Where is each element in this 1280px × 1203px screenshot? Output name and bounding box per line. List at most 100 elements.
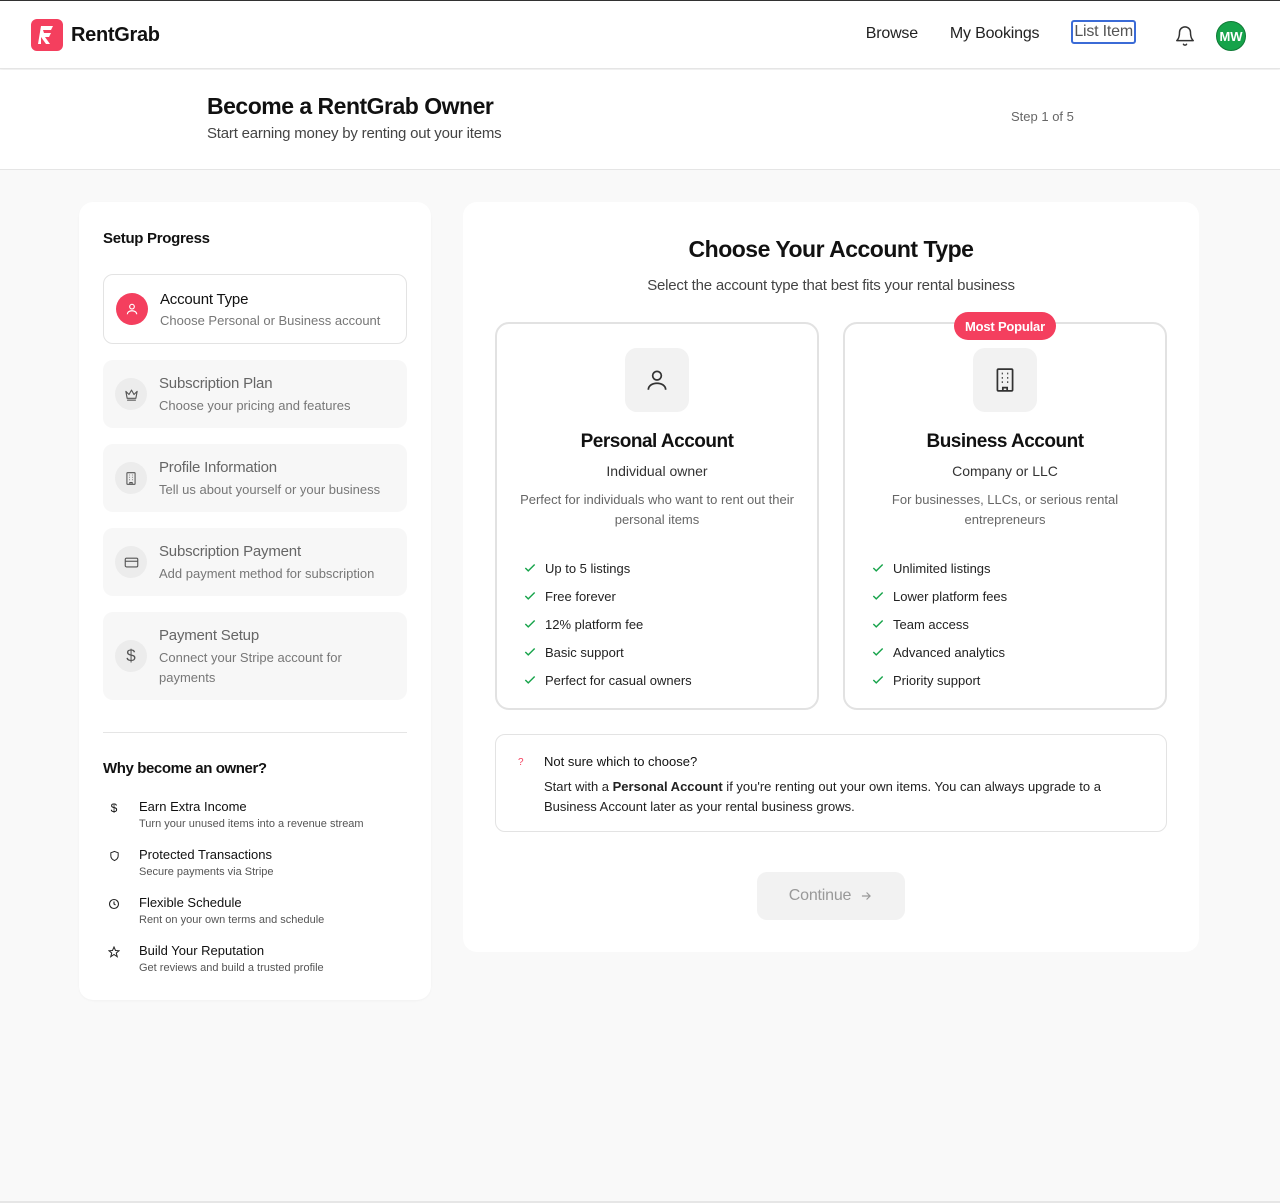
- feature-text: Perfect for casual owners: [545, 672, 692, 688]
- step-payment-setup[interactable]: $ Payment Setup Connect your Stripe acco…: [103, 612, 407, 700]
- feature-item: Advanced analytics: [871, 638, 1007, 666]
- page-header: Become a RentGrab Owner Start earning mo…: [0, 70, 1280, 170]
- check-icon: [871, 617, 893, 631]
- benefit-desc: Get reviews and build a trusted profile: [139, 962, 324, 974]
- feature-item: Team access: [871, 610, 1007, 638]
- continue-button[interactable]: Continue: [757, 872, 905, 920]
- setup-progress-title: Setup Progress: [103, 230, 210, 247]
- card-title: Business Account: [926, 431, 1084, 452]
- logo[interactable]: RentGrab: [31, 19, 160, 51]
- benefit-desc: Rent on your own terms and schedule: [139, 914, 325, 926]
- check-icon: [523, 673, 545, 687]
- step-desc: Connect your Stripe account for payments: [159, 650, 342, 685]
- benefit-item: $ Earn Extra Income Turn your unused ite…: [103, 799, 407, 835]
- benefit-name: Flexible Schedule: [139, 895, 242, 910]
- bell-icon[interactable]: [1174, 25, 1196, 47]
- avatar[interactable]: MW: [1216, 21, 1246, 51]
- benefit-name: Protected Transactions: [139, 847, 272, 862]
- feature-text: Team access: [893, 616, 969, 632]
- benefit-desc: Turn your unused items into a revenue st…: [139, 818, 364, 830]
- step-subscription-payment[interactable]: Subscription Payment Add payment method …: [103, 528, 407, 596]
- check-icon: [523, 589, 545, 603]
- step-indicator: Step 1 of 5: [1011, 109, 1074, 124]
- feature-list: Unlimited listings Lower platform fees T…: [871, 554, 1007, 694]
- star-icon: [107, 945, 121, 959]
- building-icon: [115, 462, 147, 494]
- question-icon: ?: [518, 757, 524, 768]
- feature-item: Basic support: [523, 638, 692, 666]
- feature-item: Unlimited listings: [871, 554, 1007, 582]
- user-icon: [625, 348, 689, 412]
- feature-text: Priority support: [893, 672, 981, 688]
- card-description: Perfect for individuals who want to rent…: [520, 492, 794, 527]
- clock-icon: [107, 897, 121, 911]
- card-title: Personal Account: [580, 431, 734, 452]
- benefit-item: Protected Transactions Secure payments v…: [103, 847, 407, 883]
- benefit-desc: Secure payments via Stripe: [139, 866, 274, 878]
- section-subtitle: Select the account type that best fits y…: [647, 277, 1015, 294]
- business-account-card[interactable]: Business Account Company or LLC For busi…: [843, 322, 1167, 710]
- step-name: Payment Setup: [159, 627, 259, 644]
- feature-item: Lower platform fees: [871, 582, 1007, 610]
- tip-text-bold: Personal Account: [612, 779, 723, 794]
- feature-text: Free forever: [545, 588, 616, 604]
- step-name: Subscription Plan: [159, 375, 273, 392]
- help-tip: ? Not sure which to choose? Start with a…: [495, 734, 1167, 832]
- divider: [103, 732, 407, 733]
- nav-browse[interactable]: Browse: [866, 25, 918, 43]
- feature-text: 12% platform fee: [545, 616, 644, 632]
- tip-title: Not sure which to choose?: [544, 754, 698, 769]
- step-name: Account Type: [160, 291, 249, 308]
- feature-item: Perfect for casual owners: [523, 666, 692, 694]
- feature-text: Unlimited listings: [893, 560, 991, 576]
- page-subtitle: Start earning money by renting out your …: [207, 125, 502, 142]
- step-desc: Tell us about yourself or your business: [159, 482, 381, 497]
- card-subtitle: Company or LLC: [952, 463, 1058, 479]
- feature-item: 12% platform fee: [523, 610, 692, 638]
- step-desc: Choose Personal or Business account: [160, 313, 381, 328]
- step-profile-information[interactable]: Profile Information Tell us about yourse…: [103, 444, 407, 512]
- step-subscription-plan[interactable]: Subscription Plan Choose your pricing an…: [103, 360, 407, 428]
- check-icon: [523, 617, 545, 631]
- feature-text: Lower platform fees: [893, 588, 1008, 604]
- nav-my-bookings[interactable]: My Bookings: [950, 25, 1040, 43]
- feature-text: Basic support: [545, 644, 624, 660]
- shield-icon: [107, 849, 121, 863]
- user-icon: [116, 293, 148, 325]
- feature-list: Up to 5 listings Free forever 12% platfo…: [523, 554, 692, 694]
- check-icon: [523, 561, 545, 575]
- personal-account-card[interactable]: Personal Account Individual owner Perfec…: [495, 322, 819, 710]
- nav-list-item[interactable]: List Item: [1071, 20, 1136, 44]
- logo-icon: [31, 19, 63, 51]
- benefit-name: Build Your Reputation: [139, 943, 265, 958]
- card-description: For businesses, LLCs, or serious rental …: [891, 492, 1119, 527]
- tip-text-start: Start with a: [544, 779, 613, 794]
- feature-item: Priority support: [871, 666, 1007, 694]
- continue-label: Continue: [788, 887, 852, 904]
- crown-icon: [115, 378, 147, 410]
- dollar-icon: $: [110, 801, 118, 815]
- building-icon: [973, 348, 1037, 412]
- feature-item: Free forever: [523, 582, 692, 610]
- check-icon: [871, 589, 893, 603]
- step-desc: Add payment method for subscription: [159, 566, 375, 581]
- arrow-right-icon: [862, 892, 872, 900]
- why-become-owner-title: Why become an owner?: [103, 760, 267, 777]
- brand-name: RentGrab: [71, 23, 160, 46]
- feature-text: Up to 5 listings: [545, 560, 631, 576]
- setup-sidebar: Setup Progress Account Type Choose Perso…: [79, 202, 431, 1000]
- feature-item: Up to 5 listings: [523, 554, 692, 582]
- card-subtitle: Individual owner: [606, 463, 708, 479]
- check-icon: [871, 673, 893, 687]
- step-name: Subscription Payment: [159, 543, 301, 560]
- step-name: Profile Information: [159, 459, 277, 476]
- step-account-type[interactable]: Account Type Choose Personal or Business…: [103, 274, 407, 344]
- section-title: Choose Your Account Type: [688, 236, 974, 262]
- benefit-name: Earn Extra Income: [139, 799, 247, 814]
- credit-card-icon: [115, 546, 147, 578]
- tip-text: Start with a Personal Account if you're …: [544, 777, 1154, 817]
- check-icon: [871, 645, 893, 659]
- nav-links: Browse My Bookings List Item: [866, 20, 1136, 44]
- benefit-item: Build Your Reputation Get reviews and bu…: [103, 943, 407, 979]
- account-type-panel: Choose Your Account Type Select the acco…: [463, 202, 1199, 952]
